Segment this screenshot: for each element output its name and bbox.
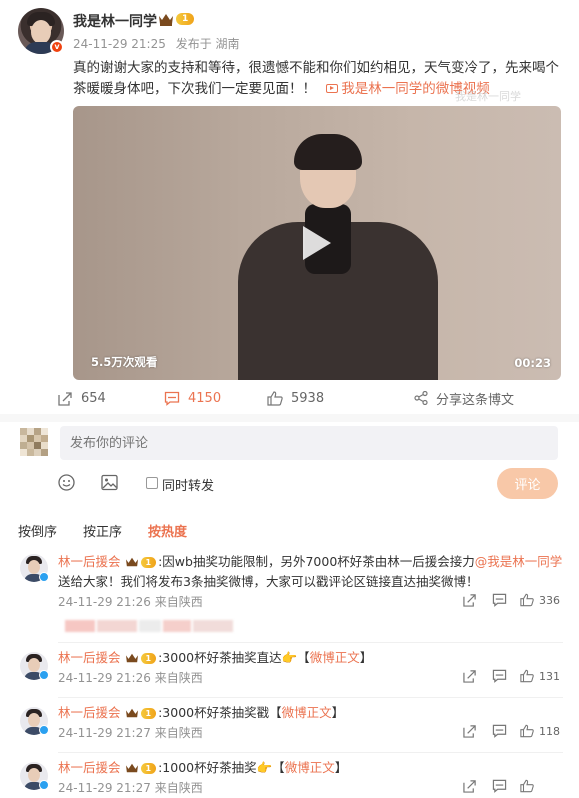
verified-icon [39, 780, 49, 790]
crown-icon [125, 763, 138, 773]
repost-count: 654 [81, 390, 106, 406]
repost-checkbox-label: 同时转发 [162, 479, 215, 494]
video-thumbnail [228, 134, 448, 380]
member-badge: 1 [125, 556, 157, 568]
comment-like-button[interactable] [520, 779, 539, 793]
repost-button[interactable]: 654 [58, 384, 106, 412]
video-duration: 00:23 [514, 356, 551, 370]
author-name[interactable]: 我是林一同学 [73, 11, 157, 31]
post-source: 发布于 湖南 [175, 37, 240, 51]
comment-share-icon[interactable] [463, 593, 477, 607]
comment-divider [58, 697, 563, 698]
tab-sort-hot[interactable]: 按热度 [148, 521, 187, 540]
comment-text: 林一后援会 1:1000杯好茶抽奖👉【微博正文】 [58, 760, 348, 775]
watermark: 我是林一同学 [455, 90, 521, 103]
comment-reply-icon[interactable] [492, 669, 507, 683]
like-icon [267, 390, 283, 406]
comment-divider [58, 642, 563, 643]
crown-icon [158, 12, 174, 26]
member-badge: 1 [125, 762, 157, 774]
comment-meta: 24-11-29 21:27 来自陕西 [58, 726, 203, 740]
post-meta: 24-11-29 21:25 发布于 湖南 [73, 35, 246, 52]
post-link[interactable]: 微博正文 [285, 760, 335, 775]
my-avatar [20, 428, 48, 456]
member-badge[interactable]: 1 [158, 12, 195, 26]
crown-icon [125, 653, 138, 663]
emoji-icon[interactable] [58, 474, 75, 491]
crown-icon [125, 708, 138, 718]
like-button[interactable]: 5938 [267, 384, 324, 412]
comment-share-icon[interactable] [463, 724, 477, 738]
comment-text: 林一后援会 1:因wb抽奖功能限制，另外7000杯好茶由林一后援会接力@我是林一同… [58, 554, 563, 589]
tab-sort-asc[interactable]: 按正序 [83, 521, 122, 540]
post-link[interactable]: 微博正文 [282, 705, 332, 720]
like-icon [520, 593, 534, 607]
comment-meta: 24-11-29 21:26 来自陕西 [58, 671, 203, 685]
verified-icon [39, 572, 49, 582]
comment-icon [164, 391, 180, 406]
comment-like-button[interactable]: 131 [520, 669, 560, 683]
share-icon [414, 391, 428, 405]
like-icon [520, 779, 534, 793]
comment-reply-icon[interactable] [492, 724, 507, 738]
comment-divider [58, 752, 563, 753]
comment-share-icon[interactable] [463, 779, 477, 793]
comment-reply-icon[interactable] [492, 779, 507, 793]
commenter-name[interactable]: 林一后援会 [58, 705, 121, 720]
submit-comment-button[interactable]: 评论 [497, 468, 558, 499]
comment-like-button[interactable]: 118 [520, 724, 560, 738]
video-link-icon [326, 84, 339, 93]
image-icon[interactable] [101, 474, 118, 491]
play-icon[interactable] [299, 224, 333, 262]
comment-meta: 24-11-29 21:27 来自陕西 [58, 781, 203, 795]
comment-like-button[interactable]: 336 [520, 593, 560, 607]
verified-icon [39, 725, 49, 735]
tab-sort-desc[interactable]: 按倒序 [18, 521, 57, 540]
post-actions: 654 4150 5938 分享这条博文 [0, 384, 579, 412]
comment-text: 林一后援会 1:3000杯好茶抽奖直达👉【微博正文】 [58, 650, 373, 665]
crown-icon [125, 557, 138, 567]
view-count: 5.5万次观看 [91, 355, 158, 369]
video-player[interactable]: 5.5万次观看 00:23 [73, 106, 561, 380]
verified-icon: v [50, 40, 64, 54]
post-link[interactable]: 微博正文 [310, 650, 360, 665]
commenter-name[interactable]: 林一后援会 [58, 650, 121, 665]
like-count: 5938 [291, 390, 325, 406]
commenter-name[interactable]: 林一后援会 [58, 760, 121, 775]
mention-link[interactable]: @我是林一同学 [475, 554, 563, 569]
post-time[interactable]: 24-11-29 21:25 [73, 37, 166, 51]
verified-icon [39, 670, 49, 680]
comment-share-icon[interactable] [463, 669, 477, 683]
member-badge: 1 [125, 707, 157, 719]
commenter-name[interactable]: 林一后援会 [58, 554, 121, 569]
comment-meta: 24-11-29 21:26 来自陕西 [58, 595, 203, 609]
level-badge: 1 [176, 13, 195, 25]
blurred-reply-preview [65, 620, 235, 632]
section-divider [0, 414, 579, 422]
like-icon [520, 724, 534, 738]
comment-reply-icon[interactable] [492, 593, 507, 607]
member-badge: 1 [125, 652, 157, 664]
share-button[interactable]: 分享这条博文 [414, 384, 514, 412]
comment-input[interactable] [60, 426, 558, 460]
comment-button[interactable]: 4150 [164, 384, 221, 412]
share-label: 分享这条博文 [436, 392, 515, 408]
repost-icon [58, 391, 72, 406]
like-icon [520, 669, 534, 683]
repost-checkbox[interactable] [146, 477, 158, 489]
comment-text: 林一后援会 1:3000杯好茶抽奖戳【微博正文】 [58, 705, 345, 720]
comment-count: 4150 [188, 390, 222, 406]
